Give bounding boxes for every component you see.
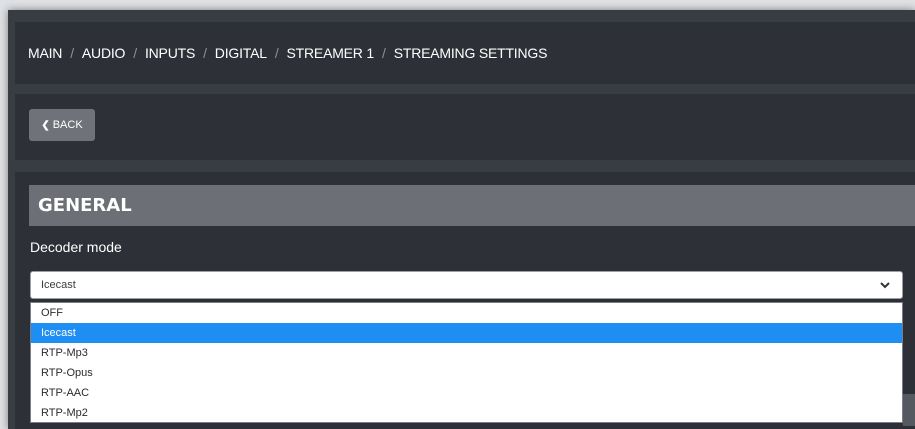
decoder-mode-value: Icecast — [41, 279, 76, 291]
breadcrumb-separator: / — [70, 45, 74, 61]
back-button-label: BACK — [52, 119, 83, 131]
chevron-down-icon — [880, 282, 890, 289]
breadcrumb-item-main[interactable]: MAIN — [28, 45, 62, 61]
breadcrumb: MAIN / AUDIO / INPUTS / DIGITAL / STREAM… — [15, 22, 915, 84]
breadcrumb-separator: / — [203, 45, 207, 61]
section-title: GENERAL — [29, 185, 915, 226]
breadcrumb-item-streaming-settings: STREAMING SETTINGS — [393, 45, 548, 61]
breadcrumb-separator: / — [382, 45, 386, 61]
breadcrumb-item-digital[interactable]: DIGITAL — [215, 45, 267, 61]
toolbar-panel: ❮ BACK — [15, 94, 915, 160]
decoder-mode-label: Decoder mode — [30, 239, 122, 255]
app-window: MAIN / AUDIO / INPUTS / DIGITAL / STREAM… — [8, 10, 915, 429]
breadcrumb-item-inputs[interactable]: INPUTS — [145, 45, 195, 61]
general-panel: GENERAL Decoder mode Icecast OFF Icecast… — [15, 172, 915, 429]
decoder-mode-dropdown: OFF Icecast RTP-Mp3 RTP-Opus RTP-AAC RTP… — [30, 302, 903, 423]
breadcrumb-item-audio[interactable]: AUDIO — [82, 45, 126, 61]
breadcrumb-item-streamer[interactable]: STREAMER 1 — [287, 45, 375, 61]
dropdown-option-rtp-opus[interactable]: RTP-Opus — [31, 363, 902, 383]
dropdown-option-rtp-mp2[interactable]: RTP-Mp2 — [31, 403, 902, 423]
dropdown-option-rtp-mp3[interactable]: RTP-Mp3 — [31, 343, 902, 363]
dropdown-option-off[interactable]: OFF — [31, 303, 902, 323]
decoder-mode-select[interactable]: Icecast — [30, 271, 903, 299]
back-button[interactable]: ❮ BACK — [29, 109, 95, 141]
dropdown-option-icecast[interactable]: Icecast — [31, 323, 902, 343]
chevron-left-icon: ❮ — [41, 119, 50, 131]
breadcrumb-separator: / — [133, 45, 137, 61]
dropdown-option-rtp-aac[interactable]: RTP-AAC — [31, 383, 902, 403]
scrollbar-stub — [903, 394, 915, 426]
breadcrumb-separator: / — [274, 45, 279, 61]
